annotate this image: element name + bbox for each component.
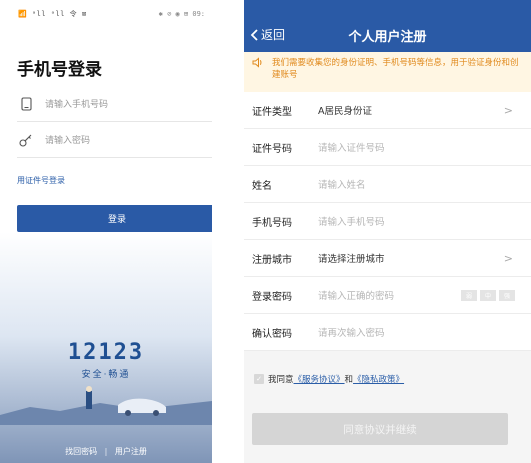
password-input[interactable]: 请输入正确的密码 xyxy=(318,288,394,302)
service-agreement-link[interactable]: 《服务协议》 xyxy=(294,373,345,385)
row-label: 注册城市 xyxy=(252,254,292,266)
continue-button[interactable]: 同意协议并继续 xyxy=(252,413,508,445)
top-bar: 返回 个人用户注册 xyxy=(244,0,531,52)
road-illustration xyxy=(0,386,212,425)
agree-prefix: 我同意 xyxy=(268,375,294,385)
strength-medium: 中 xyxy=(480,289,496,301)
privacy-policy-link[interactable]: 《隐私政策》 xyxy=(353,373,404,385)
page-title: 手机号登录 xyxy=(17,60,102,80)
notice-text: 我们需要收集您的身份证明、手机号码等信息，用于验证身份和创建账号 xyxy=(272,58,519,80)
agree-and: 和 xyxy=(344,375,354,385)
phone-icon xyxy=(17,95,35,113)
form-row-id-type[interactable]: 证件类型 A居民身份证 > xyxy=(244,92,531,129)
row-label: 证件类型 xyxy=(252,106,292,118)
forgot-password-link[interactable]: 找回密码 xyxy=(65,447,97,456)
password-input[interactable]: 请输入密码 xyxy=(45,133,90,146)
status-signal: 📶 ᵃll ᵃll 令 ⊠ xyxy=(18,10,87,18)
id-number-input[interactable]: 请输入证件号码 xyxy=(318,140,385,154)
password-field[interactable]: 请输入密码 xyxy=(17,122,212,158)
cert-login-link[interactable]: 用证件号登录 xyxy=(17,175,65,186)
form-row-phone[interactable]: 手机号码 请输入手机号码 xyxy=(244,203,531,240)
strength-strong: 强 xyxy=(499,289,515,301)
chevron-right-icon: > xyxy=(503,251,513,265)
row-label: 手机号码 xyxy=(252,217,292,229)
form-row-password[interactable]: 登录密码 请输入正确的密码 弱 中 强 xyxy=(244,277,531,314)
status-indicators: ✱ ⊘ ◉ ⊞ 09: xyxy=(158,10,205,18)
phone-field[interactable]: 请输入手机号码 xyxy=(17,86,212,122)
row-label: 证件号码 xyxy=(252,143,292,155)
strength-weak: 弱 xyxy=(461,289,477,301)
city-select[interactable]: 请选择注册城市 xyxy=(318,251,385,265)
key-icon xyxy=(17,131,35,149)
row-label: 姓名 xyxy=(252,180,272,192)
row-label: 确认密码 xyxy=(252,328,292,340)
confirm-password-input[interactable]: 请再次输入密码 xyxy=(318,325,385,339)
app-logo: 12123 xyxy=(67,340,145,365)
phone-input[interactable]: 请输入手机号码 xyxy=(45,97,108,110)
speaker-icon xyxy=(252,57,268,92)
chevron-right-icon: > xyxy=(503,103,513,117)
bottom-links: 找回密码 | 用户注册 xyxy=(0,446,212,457)
register-title: 个人用户注册 xyxy=(348,30,427,45)
privacy-notice: 我们需要收集您的身份证明、手机号码等信息，用于验证身份和创建账号 xyxy=(244,52,531,92)
agreement-line: ✓ 我同意 《服务协议》 和 《隐私政策》 xyxy=(244,351,531,407)
link-divider: | xyxy=(104,447,108,456)
row-label: 登录密码 xyxy=(252,291,292,303)
form-row-id-number[interactable]: 证件号码 请输入证件号码 xyxy=(244,129,531,166)
id-type-select[interactable]: A居民身份证 xyxy=(318,103,372,117)
name-input[interactable]: 请输入姓名 xyxy=(318,177,366,191)
password-strength-meter: 弱 中 强 xyxy=(461,289,515,301)
app-slogan: 安全·畅通 xyxy=(81,370,131,380)
form-row-confirm-password[interactable]: 确认密码 请再次输入密码 xyxy=(244,314,531,351)
login-screen: 📶 ᵃll ᵃll 令 ⊠ ✱ ⊘ ◉ ⊞ 09: 手机号登录 请输入手机号码 … xyxy=(0,0,212,463)
checkbox-icon[interactable]: ✓ xyxy=(254,374,264,384)
form-row-city[interactable]: 注册城市 请选择注册城市 > xyxy=(244,240,531,277)
form-row-name[interactable]: 姓名 请输入姓名 xyxy=(244,166,531,203)
status-bar: 📶 ᵃll ᵃll 令 ⊠ ✱ ⊘ ◉ ⊞ 09: xyxy=(0,0,212,28)
login-button[interactable]: 登录 xyxy=(17,205,212,232)
register-screen: 返回 个人用户注册 我们需要收集您的身份证明、手机号码等信息，用于验证身份和创建… xyxy=(244,0,531,463)
user-register-link[interactable]: 用户注册 xyxy=(115,447,147,456)
phone-input[interactable]: 请输入手机号码 xyxy=(318,214,385,228)
